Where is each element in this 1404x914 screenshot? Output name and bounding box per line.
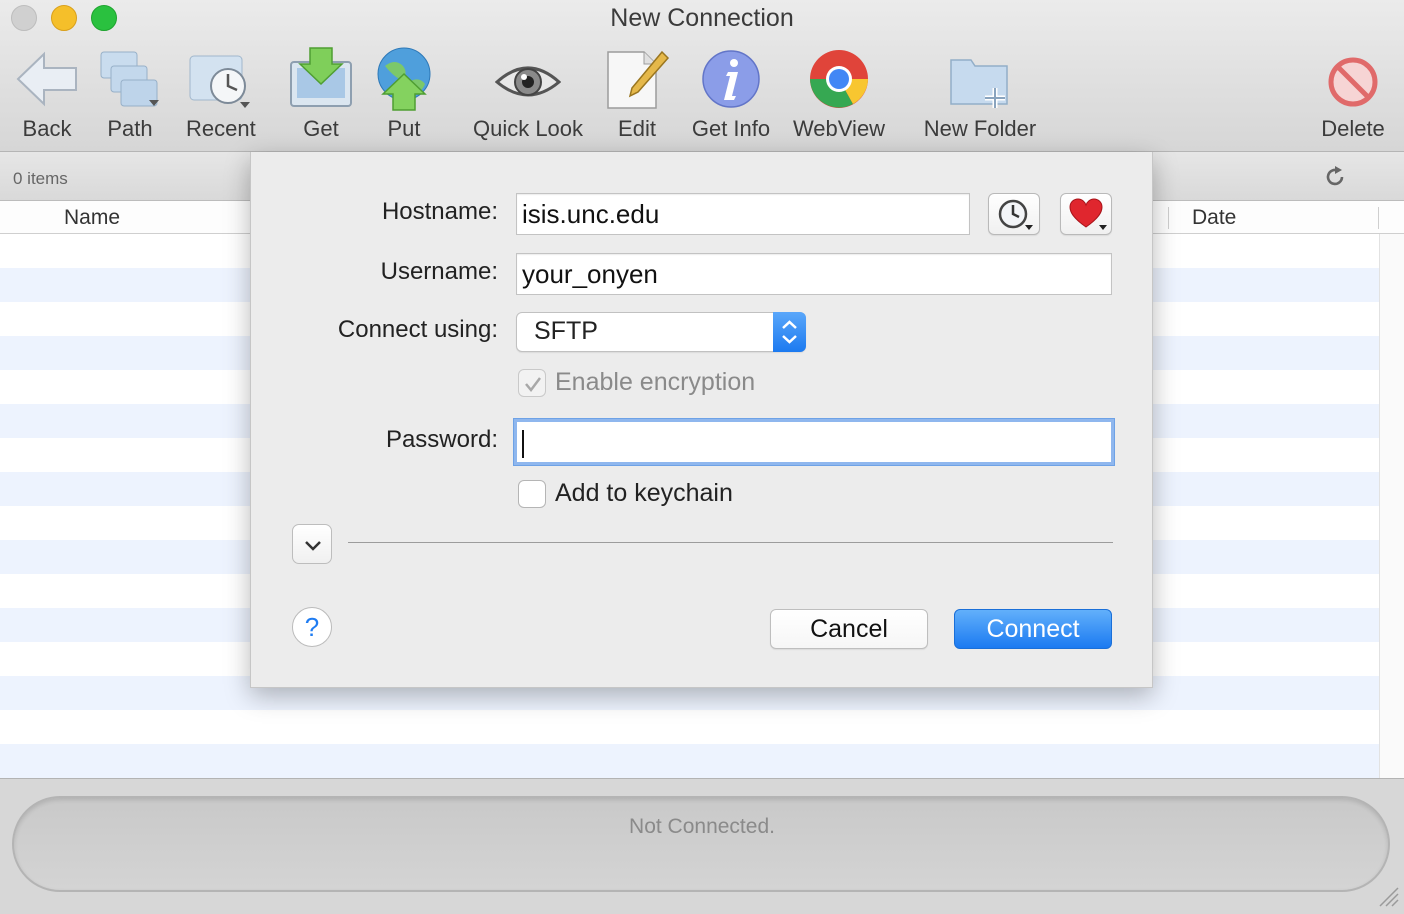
- put-button[interactable]: Put: [371, 46, 437, 142]
- edit-button[interactable]: Edit: [604, 46, 670, 142]
- quick-look-button[interactable]: Quick Look: [466, 46, 590, 142]
- more-options-toggle[interactable]: [292, 524, 332, 564]
- enable-encryption-checkbox: [518, 369, 546, 397]
- refresh-icon[interactable]: [1322, 164, 1348, 190]
- edit-pencil-icon: [607, 50, 670, 109]
- bookmarks-button[interactable]: [1060, 193, 1112, 235]
- get-button[interactable]: Get: [288, 46, 354, 142]
- new-folder-button[interactable]: New Folder: [918, 46, 1042, 142]
- resize-grip-icon[interactable]: [1376, 884, 1400, 908]
- column-divider: [1168, 207, 1169, 229]
- chrome-icon: [810, 50, 868, 108]
- add-to-keychain-checkbox[interactable]: [518, 480, 546, 508]
- vertical-scrollbar[interactable]: [1379, 234, 1404, 778]
- delete-button[interactable]: Delete: [1318, 46, 1388, 142]
- help-button[interactable]: ?: [292, 607, 332, 647]
- up-down-chevron-icon: [782, 320, 797, 344]
- heart-icon: [1069, 198, 1107, 230]
- path-button[interactable]: Path: [97, 46, 163, 142]
- password-label: Password:: [385, 426, 498, 453]
- connection-status-text: Not Connected.: [629, 815, 775, 838]
- recent-button[interactable]: Recent: [186, 46, 256, 142]
- toolbar: New Connection Back Path Recent Get Put …: [0, 0, 1404, 152]
- password-field[interactable]: [514, 419, 1114, 465]
- cancel-button[interactable]: Cancel: [770, 609, 928, 649]
- protocol-select[interactable]: SFTP: [516, 312, 806, 352]
- text-caret: [522, 430, 524, 459]
- chevron-down-icon: [305, 541, 321, 551]
- connect-using-label: Connect using:: [337, 316, 498, 343]
- username-label: Username:: [380, 258, 498, 285]
- delete-icon: [1328, 57, 1378, 107]
- connect-button[interactable]: Connect: [954, 609, 1112, 649]
- path-folders-icon: [100, 51, 159, 107]
- select-stepper: [773, 312, 806, 352]
- new-folder-icon: [950, 59, 1008, 108]
- history-button[interactable]: [988, 193, 1040, 235]
- enable-encryption-label: Enable encryption: [555, 368, 756, 396]
- protocol-value: SFTP: [534, 317, 598, 345]
- new-connection-sheet: Hostname: isis.unc.edu Username: your_on…: [250, 152, 1153, 688]
- recent-folder-icon: [189, 55, 250, 108]
- checkmark-icon: [525, 377, 541, 393]
- items-count: 0 items: [13, 169, 68, 188]
- window-title: New Connection: [610, 4, 794, 32]
- back-button[interactable]: Back: [14, 46, 80, 142]
- history-clock-icon: [998, 199, 1033, 230]
- get-info-button[interactable]: Get Info: [686, 46, 776, 142]
- webview-button[interactable]: WebView: [790, 46, 888, 142]
- download-icon: [290, 47, 352, 107]
- column-date[interactable]: Date: [1192, 206, 1236, 230]
- back-arrow-icon: [16, 51, 77, 107]
- username-field[interactable]: your_onyen: [516, 253, 1112, 295]
- upload-globe-icon: [377, 47, 431, 111]
- options-divider: [348, 542, 1113, 543]
- info-icon: [702, 50, 760, 108]
- column-divider: [1378, 207, 1379, 229]
- eye-icon: [495, 66, 561, 97]
- hostname-label: Hostname:: [381, 198, 498, 225]
- connection-status-panel: [12, 796, 1390, 892]
- add-to-keychain-label: Add to keychain: [555, 479, 733, 507]
- hostname-field[interactable]: isis.unc.edu: [516, 193, 970, 235]
- column-name[interactable]: Name: [64, 206, 120, 230]
